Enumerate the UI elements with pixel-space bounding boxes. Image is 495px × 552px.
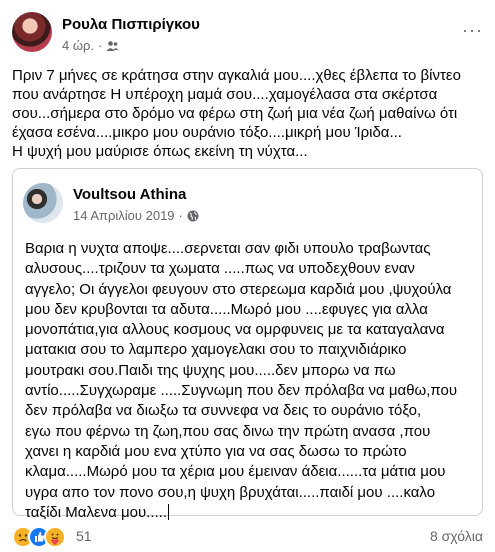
shared-post-date[interactable]: 14 Απριλίου 2019 bbox=[73, 208, 175, 223]
shared-text-line: εγω που φέρνω τη ζωη,που σας δινω την πρ… bbox=[25, 422, 431, 440]
more-options-icon[interactable]: ··· bbox=[462, 20, 483, 41]
shared-text-line: κλαμα.....Μωρό μου τα χέρια μου έμειναν … bbox=[25, 463, 446, 481]
post-text: Πριν 7 μήνες σε κράτησα στην αγκαλιά μου… bbox=[12, 66, 485, 161]
friends-icon bbox=[106, 40, 119, 51]
meta-separator: · bbox=[98, 38, 103, 53]
care-reaction-icon[interactable] bbox=[44, 526, 66, 548]
shared-text-line: ματακια σου το λαμπερο χαμογελακι σου το… bbox=[25, 341, 407, 359]
shared-text-line: ταξίδι Μαλενα μου..... bbox=[25, 503, 168, 521]
post-time[interactable]: 4 ώρ. bbox=[62, 38, 94, 53]
shared-post-card[interactable]: Voultsou Athina 14 Απριλίου 2019 · Βαρια… bbox=[12, 168, 483, 521]
text-cursor bbox=[168, 503, 170, 520]
shared-post-meta: 14 Απριλίου 2019 · bbox=[73, 208, 199, 223]
post-text-line: Πριν 7 μήνες σε κράτησα στην αγκαλιά μου… bbox=[12, 67, 461, 84]
comments-count[interactable]: 8 σχόλια bbox=[430, 528, 483, 544]
post-text-line: έχασα εσένα....μικρο μου ουράνιο τόξο...… bbox=[12, 124, 402, 141]
globe-icon bbox=[187, 210, 199, 221]
shared-text-last-line: ταξίδι Μαλενα μου..... bbox=[25, 503, 474, 523]
author-avatar[interactable] bbox=[12, 12, 52, 52]
shared-text-line: μονοπάτια,για αλλους κοσμους να ομρφυνει… bbox=[25, 321, 445, 339]
reaction-count[interactable]: 51 bbox=[76, 528, 92, 544]
shared-author-name[interactable]: Voultsou Athina bbox=[73, 186, 186, 203]
author-name[interactable]: Ρουλα Πισπιρίγκου bbox=[62, 16, 200, 33]
post-header: Ρουλα Πισπιρίγκου 4 ώρ. · ··· bbox=[12, 10, 483, 60]
shared-text-line: αντίο.....Συγχωραμε .....Συγνωμη που δεν… bbox=[25, 382, 458, 400]
meta-separator: · bbox=[178, 208, 183, 223]
reactions-bar: 51 8 σχόλια bbox=[12, 526, 483, 548]
post-text-line: σου...σήμερα στο δρόμο να φέρω στη ζωή μ… bbox=[12, 105, 458, 122]
shared-text-line: υγρα απο τον πονο σου,η ψυχη βρυχάται...… bbox=[25, 483, 436, 501]
shared-text-line: χανει η καρδιά μου ενα χτύπο για να σας … bbox=[25, 442, 407, 460]
shared-author-avatar[interactable] bbox=[23, 183, 63, 223]
post-text-line: που ανάρτησε Η υπέροχη μαμά σου....χαμογ… bbox=[12, 86, 438, 103]
post-meta: 4 ώρ. · bbox=[62, 38, 119, 53]
shared-text-line: μου δεν κρυβονται τα αδυτα.....Μωρό μου … bbox=[25, 300, 428, 318]
shared-text-line: μουτρακι σου.Παιδι της ψυχης μου.....δεν… bbox=[25, 361, 396, 379]
shared-text-line: Βαρια η νυχτα αποψε....σερνεται σαν φιδι… bbox=[25, 240, 431, 257]
shared-post-text: Βαρια η νυχτα αποψε....σερνεται σαν φιδι… bbox=[25, 239, 474, 523]
shared-text-line: δεν πρόλαβα να διωξω τα συννεφα να δεις … bbox=[25, 402, 422, 420]
shared-text-line: αγγελο; Οι άγγελοι φευγουν στο στερεωμα … bbox=[25, 280, 452, 298]
shared-text-line: αλυσους....τριζουν τα χωματα .....πως να… bbox=[25, 260, 415, 278]
post-text-line: Η ψυχή μου μαύρισε όπως εκείνη τη νύχτα.… bbox=[12, 143, 308, 160]
